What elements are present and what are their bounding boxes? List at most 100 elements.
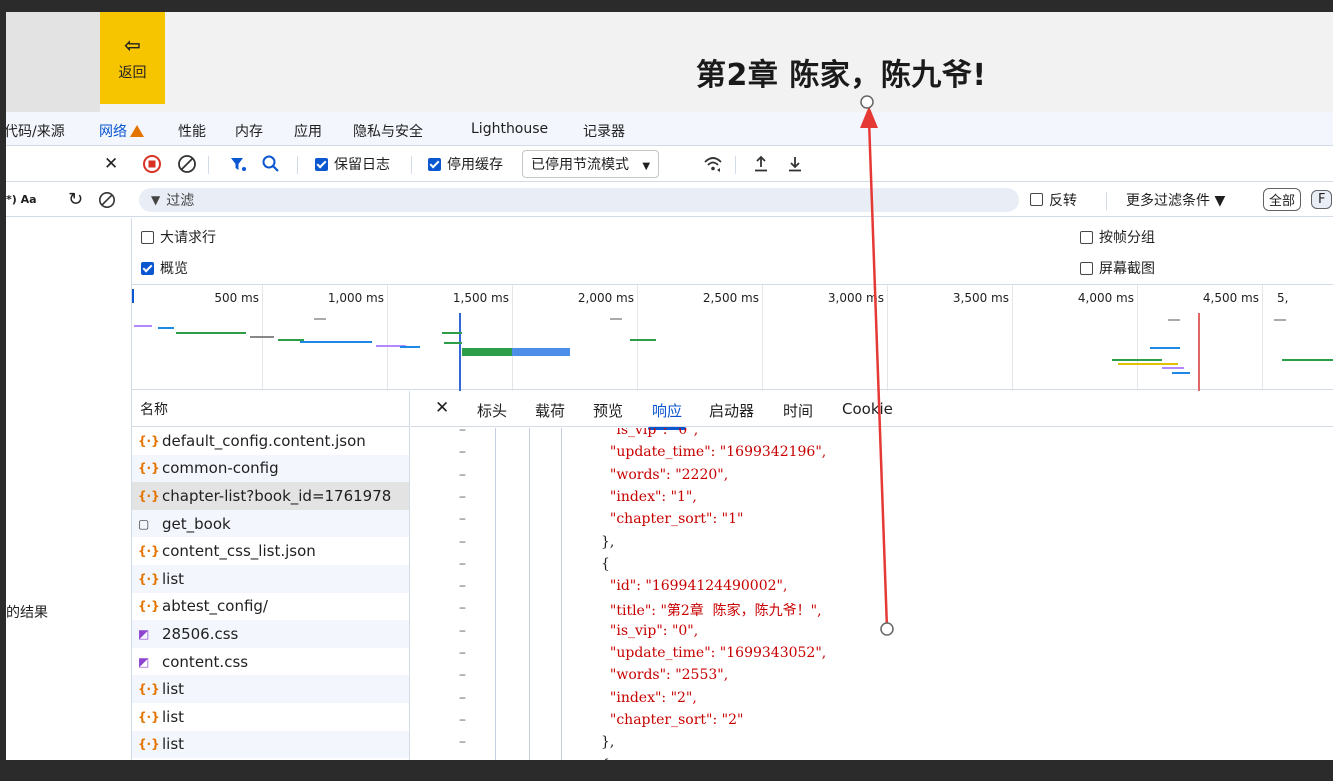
line-gutter-marker: – xyxy=(459,578,466,595)
request-name: content_css_list.json xyxy=(162,542,316,561)
timeline-gridline xyxy=(887,285,888,391)
request-row[interactable]: {·} default_config.content.json xyxy=(132,427,409,455)
json-fetch-icon: {·} xyxy=(138,488,160,503)
invert-checkbox[interactable]: 反转 xyxy=(1030,183,1077,216)
more-filters-dropdown[interactable]: 更多过滤条件 ▼ xyxy=(1126,183,1225,216)
request-row[interactable]: {·} list xyxy=(132,730,409,759)
request-row[interactable]: {·} list xyxy=(132,675,409,703)
request-row[interactable]: ◩ 28506.css xyxy=(132,620,409,648)
request-row[interactable]: {·} list xyxy=(132,703,409,731)
request-name: list xyxy=(162,569,185,588)
response-line-text: "update_time": "1699342196", xyxy=(601,444,827,461)
preserve-log-checkbox[interactable]: 保留日志 xyxy=(315,147,390,181)
request-row[interactable]: {·} content_css_list.json xyxy=(132,537,409,565)
filter-input[interactable]: ▼ 过滤 xyxy=(139,188,1019,212)
load-event-line xyxy=(1198,313,1200,391)
back-button[interactable]: ⇦ 返回 xyxy=(100,12,165,104)
request-row[interactable]: {·} common-config xyxy=(132,454,409,483)
filter-all-button[interactable]: 全部 xyxy=(1263,183,1302,216)
tab-response[interactable]: 响应 xyxy=(647,400,687,430)
timeline-tick-label: 2,000 ms xyxy=(577,291,634,305)
checkbox-unchecked-icon xyxy=(1080,261,1093,275)
tab-preview[interactable]: 预览 xyxy=(593,400,623,421)
line-gutter-marker: – xyxy=(459,600,466,617)
reader-header: ⇦ 返回 第2章 陈家，陈九爷! xyxy=(6,12,1333,112)
import-har-icon[interactable] xyxy=(752,147,770,181)
line-gutter-marker: – xyxy=(459,689,466,706)
response-line-text: { xyxy=(601,757,610,761)
timeline-tick-label: 3,000 ms xyxy=(827,291,884,305)
tab-lighthouse[interactable]: Lighthouse xyxy=(471,121,548,137)
request-row[interactable]: {·} abtest_config/ xyxy=(132,593,409,621)
overview-checkbox[interactable]: 概览 xyxy=(141,258,188,278)
timeline-request-bar xyxy=(512,348,570,356)
request-name: abtest_config/ xyxy=(162,597,268,616)
clear-search-icon[interactable] xyxy=(98,183,116,216)
timeline-tick-label: 4,500 ms xyxy=(1202,291,1259,305)
timeline-request-bar xyxy=(610,318,622,320)
document-icon: ▢ xyxy=(138,516,150,531)
checkbox-checked-icon xyxy=(315,157,328,171)
response-line-text: "title": "第2章 陈家，陈九爷！", xyxy=(601,603,822,620)
network-overview-timeline[interactable]: 500 ms 1,000 ms 1,500 ms 2,000 ms 2,500 ms 3,… xyxy=(132,284,1333,391)
big-rows-checkbox[interactable]: 大请求行 xyxy=(141,227,216,247)
line-gutter-marker: – xyxy=(459,711,466,728)
disable-cache-checkbox[interactable]: 停用缓存 xyxy=(428,147,503,181)
tab-recorder[interactable]: 记录器 xyxy=(583,121,625,141)
tab-memory[interactable]: 内存 xyxy=(235,121,263,141)
tab-initiator[interactable]: 启动器 xyxy=(709,400,754,421)
refresh-icon[interactable]: ↻ xyxy=(68,183,83,216)
filter-icon[interactable] xyxy=(228,147,248,181)
tab-privacy-security[interactable]: 隐私与安全 xyxy=(353,121,423,141)
throttle-select[interactable]: 已停用节流模式 ▼ xyxy=(522,147,660,181)
json-fetch-icon: {·} xyxy=(138,461,160,476)
tab-sources[interactable]: 代码/来源 xyxy=(6,121,65,141)
detail-tab-bar: ✕ 标头 载荷 预览 响应 启动器 时间 Cookie xyxy=(411,391,1333,430)
response-line: –{ xyxy=(411,757,1333,761)
timeline-request-bar xyxy=(1150,347,1180,349)
search-icon[interactable] xyxy=(261,147,281,181)
close-search-icon[interactable]: ✕ xyxy=(104,147,118,181)
request-row[interactable]: {·} list xyxy=(132,564,409,593)
tab-payload[interactable]: 载荷 xyxy=(535,400,565,421)
timeline-request-bar xyxy=(1112,359,1162,361)
match-case-toggle[interactable]: *) Aa xyxy=(6,183,37,216)
response-line: – "chapter_sort": "1" xyxy=(411,511,1333,533)
line-gutter-marker: – xyxy=(459,466,466,483)
export-har-icon[interactable] xyxy=(786,147,804,181)
filter-funnel-icon: ▼ xyxy=(151,193,161,207)
response-code-view[interactable]: – "is_vip": "0", – "update_time": "169934… xyxy=(411,428,1333,760)
line-gutter-marker: – xyxy=(459,645,466,661)
timeline-gridline xyxy=(262,285,263,391)
tab-headers[interactable]: 标头 xyxy=(477,400,507,421)
regex-icon: *) xyxy=(6,193,21,206)
tab-cookies[interactable]: Cookie xyxy=(842,400,893,418)
tab-network[interactable]: 网络 xyxy=(99,121,144,150)
response-line-text: "chapter_sort": "2" xyxy=(601,711,744,728)
line-gutter-marker: – xyxy=(459,757,466,761)
response-line: – "is_vip": "0", xyxy=(411,623,1333,645)
group-by-frame-checkbox[interactable]: 按帧分组 xyxy=(1080,227,1155,247)
request-name: common-config xyxy=(162,459,279,478)
response-line: – "is_vip": "0", xyxy=(411,428,1333,444)
network-conditions-icon[interactable] xyxy=(702,147,724,181)
timeline-tick-label: 5, xyxy=(1277,291,1289,305)
timeline-tick-label: 1,000 ms xyxy=(327,291,384,305)
timeline-tick-label: 500 ms xyxy=(214,291,259,305)
request-row[interactable]: {·} chapter-list?book_id=1761978 xyxy=(132,482,409,510)
tab-performance[interactable]: 性能 xyxy=(178,121,206,141)
request-row[interactable]: ▢ get_book xyxy=(132,509,409,538)
name-column-header[interactable]: 名称 xyxy=(132,391,409,427)
json-fetch-icon: {·} xyxy=(138,599,160,614)
filter-next-chip[interactable]: F xyxy=(1311,183,1333,216)
tab-timing[interactable]: 时间 xyxy=(783,400,813,421)
request-row[interactable]: ◩ content.css xyxy=(132,648,409,676)
tab-application[interactable]: 应用 xyxy=(294,121,322,141)
close-detail-icon[interactable]: ✕ xyxy=(435,398,449,418)
response-line-text: "is_vip": "0", xyxy=(601,428,699,438)
screenshots-checkbox[interactable]: 屏幕截图 xyxy=(1080,258,1155,278)
overview-label: 概览 xyxy=(160,261,188,277)
record-stop-icon[interactable] xyxy=(142,147,162,181)
filter-toolbar: *) Aa ↻ ▼ 过滤 反转 更多过滤条件 ▼ 全部 F xyxy=(6,183,1333,217)
clear-icon[interactable] xyxy=(177,147,197,181)
